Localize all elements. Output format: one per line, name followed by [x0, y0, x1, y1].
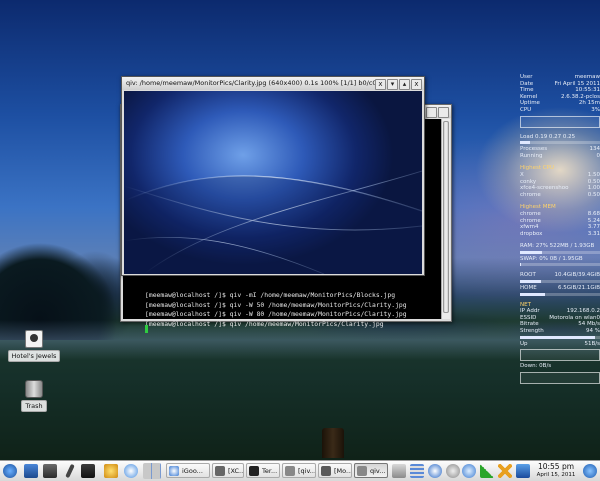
conky-net-title: NET	[520, 301, 531, 308]
tray-wifi-signal-icon[interactable]	[480, 464, 494, 478]
conky-cpu-graph	[520, 115, 600, 128]
start-menu-icon[interactable]	[3, 464, 17, 478]
conky-row: IP Addr 192.168.0.2	[520, 308, 600, 315]
tray-network-icon[interactable]	[410, 464, 424, 478]
terminal-minimize-button[interactable]	[426, 107, 437, 118]
conky-disk-home: HOME 6.5GiB/21.1GiB	[520, 285, 600, 292]
terminal-scrollbar[interactable]	[441, 119, 450, 319]
game-icon	[25, 330, 43, 348]
window-icon	[285, 466, 295, 476]
conky-row: Time 10:55:31	[520, 87, 600, 94]
terminal-line: [meemaw@localhost /]$ qiv -mI /home/meem…	[145, 291, 396, 299]
desktop-icon-hotels-jewels[interactable]: Hotel's Jewels	[4, 330, 64, 362]
qiv-menu-button[interactable]: x	[375, 79, 386, 90]
conky-swap: SWAP: 0% 0B / 1.95GB	[520, 255, 583, 262]
trash-icon	[25, 380, 43, 398]
conky-disk-root-bar	[520, 280, 600, 284]
tray-update-icon[interactable]	[428, 464, 442, 478]
terminal-line: [meemaw@localhost /]$ qiv /home/meemaw/M…	[145, 319, 384, 328]
conky-row: dropbox 3.31	[520, 230, 600, 237]
taskbar-item-monitor[interactable]: [Mo...	[318, 463, 352, 478]
conky-row: xfwm4 3.77	[520, 224, 600, 231]
conky-row: Running 0	[520, 152, 600, 159]
conky-ram: RAM: 27% 522MB / 1.93GB	[520, 243, 595, 250]
terminal-launcher-icon[interactable]	[81, 464, 95, 478]
text-editor-icon[interactable]	[65, 463, 75, 479]
conky-row: Uptime 2h 15m	[520, 100, 600, 107]
window-icon	[215, 466, 225, 476]
desktop-icon-label: Hotel's Jewels	[7, 350, 61, 362]
clarity-wallpaper-image	[124, 170, 422, 274]
clock-date: April 15, 2011	[536, 472, 576, 478]
tray-clock-icon[interactable]	[446, 464, 460, 478]
desktop-icon-label: Trash	[21, 400, 47, 412]
conky-disk-root: ROOT 10.4GiB/39.4GiB	[520, 272, 600, 279]
qiv-window-title: qiv: /home/meemaw/MonitorPics/Clarity.jp…	[126, 79, 383, 87]
conky-load: Load 0.19 0.27 0.25	[520, 133, 576, 140]
file-manager-icon[interactable]	[43, 464, 57, 478]
show-desktop-icon[interactable]	[24, 464, 38, 478]
desktop-icon-trash[interactable]: Trash	[4, 380, 64, 412]
tray-display-icon[interactable]	[516, 464, 530, 478]
logout-icon[interactable]	[583, 464, 597, 478]
favorites-icon[interactable]	[104, 464, 118, 478]
browser-launcher-icon[interactable]	[124, 464, 138, 478]
qiv-titlebar[interactable]: qiv: /home/meemaw/MonitorPics/Clarity.jp…	[122, 77, 424, 90]
workspace-switcher[interactable]	[143, 463, 161, 479]
conky-down-graph	[520, 371, 600, 384]
tray-dropbox-icon[interactable]	[462, 464, 476, 478]
taskbar-item-xc[interactable]: [XC...	[212, 463, 244, 478]
clock-time: 10:55 pm	[537, 462, 575, 471]
taskbar-item-igoogle[interactable]: iGoo...	[166, 463, 210, 478]
conky-monitor: User meemaw Date Fri April 15 2011 Time 10:…	[520, 74, 600, 386]
conky-highest-cpu-title: Highest CPU	[520, 165, 554, 172]
terminal-scrollbar-thumb[interactable]	[443, 121, 449, 313]
terminal-icon	[249, 466, 259, 476]
conky-row: User meemaw	[520, 74, 600, 80]
conky-row: ESSID Motorola on wlan0	[520, 314, 600, 321]
taskbar-item-qiv-active[interactable]: qiv...	[354, 463, 388, 478]
qiv-maximize-button[interactable]: ▴	[399, 79, 410, 90]
conky-row: chrome 5.24	[520, 217, 600, 224]
taskbar-item-qiv-1[interactable]: [qiv...	[282, 463, 316, 478]
taskbar-clock[interactable]: 10:55 pm April 15, 2011	[532, 462, 580, 479]
conky-cpu-bar	[520, 141, 600, 145]
conky-down: Down: 0B/s	[520, 363, 552, 370]
qiv-window[interactable]: qiv: /home/meemaw/MonitorPics/Clarity.jp…	[121, 76, 425, 276]
taskbar-item-terminal[interactable]: Ter...	[246, 463, 280, 478]
conky-row: Up 51B/s	[520, 340, 600, 347]
conky-row: Strength 94 %	[520, 328, 600, 335]
conky-row: X 1.50	[520, 171, 600, 178]
conky-row: CPU 3%	[520, 106, 600, 113]
window-icon	[321, 466, 331, 476]
conky-row: conky 0.50	[520, 178, 600, 185]
qiv-image-clarity[interactable]	[124, 91, 422, 274]
tray-printer-icon[interactable]	[392, 464, 406, 478]
terminal-line: [meemaw@localhost /]$ qiv -W 50 /home/me…	[145, 300, 407, 309]
conky-up-graph	[520, 349, 600, 362]
conky-row: Date Fri April 15 2011	[520, 80, 600, 87]
wallpaper-stump	[322, 428, 344, 458]
conky-disk-home-bar	[520, 292, 600, 296]
qiv-minimize-button[interactable]: ▾	[387, 79, 398, 90]
conky-row: Bitrate 54 Mb/s	[520, 321, 600, 328]
conky-row: xfce4-screenshoo 1.00	[520, 185, 600, 192]
conky-swap-bar	[520, 263, 600, 267]
conky-row: Kernel 2.6.38.2-pclos	[520, 93, 600, 100]
conky-ram-bar	[520, 250, 600, 254]
tray-xfce-icon[interactable]	[498, 464, 512, 478]
conky-wifi-bar	[520, 335, 600, 339]
conky-row: chrome 0.50	[520, 191, 600, 198]
terminal-cursor	[145, 325, 148, 333]
taskbar: iGoo... [XC... Ter... [qiv... [Mo... qiv…	[0, 460, 600, 481]
qiv-close-button[interactable]: x	[411, 79, 422, 90]
chrome-icon	[169, 466, 179, 476]
window-icon	[357, 466, 367, 476]
conky-row: chrome 8.68	[520, 210, 600, 217]
terminal-line: [meemaw@localhost /]$ qiv -W 80 /home/me…	[145, 310, 407, 318]
conky-highest-mem-title: Highest MEM	[520, 204, 556, 211]
conky-row: Processes 134	[520, 146, 600, 153]
terminal-close-button[interactable]	[438, 107, 449, 118]
